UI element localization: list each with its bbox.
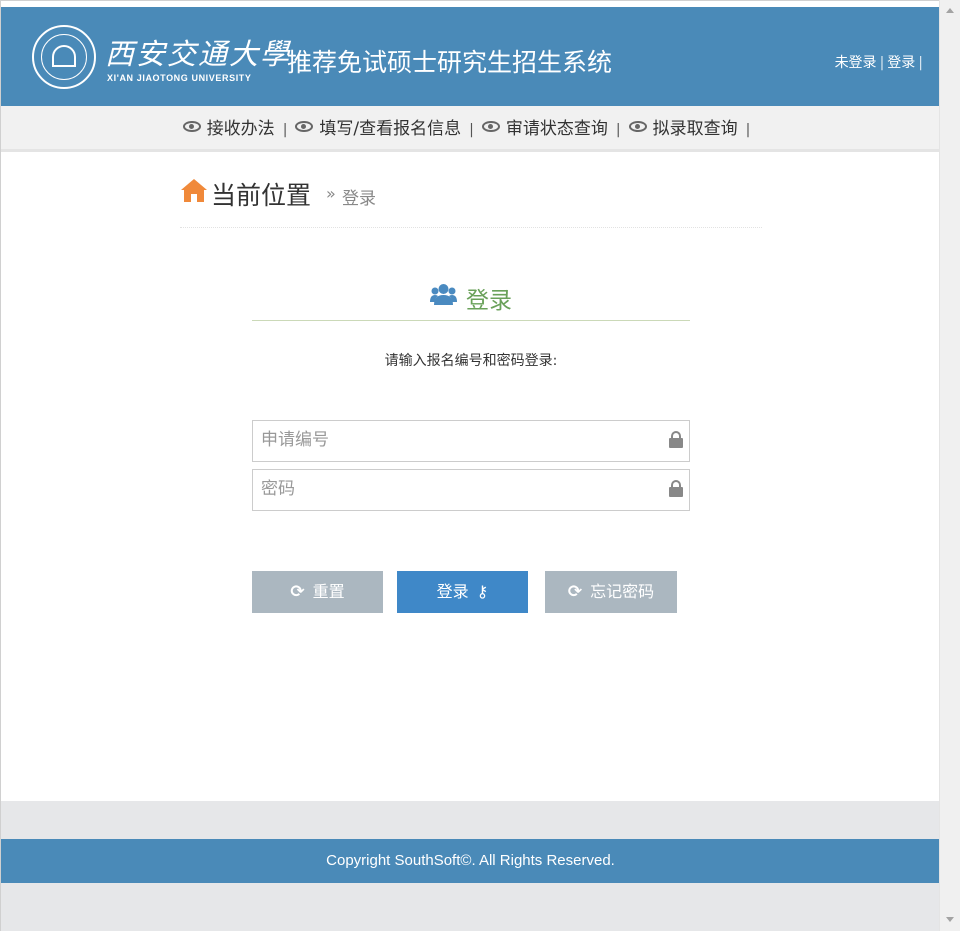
nav-item-label: 填写/查看报名信息 (319, 119, 462, 139)
login-hint: 请输入报名编号和密码登录: (384, 353, 558, 369)
refresh-icon: ⟳ (290, 582, 305, 602)
nav-divider: | (615, 122, 621, 138)
main-nav: 接收办法 | 填写/查看报名信息 | 审请状态查询 | 拟录取查询 | (1, 106, 940, 152)
nav-divider: | (282, 122, 288, 138)
scroll-down-arrow-icon[interactable] (946, 917, 954, 922)
breadcrumb-current: 登录 (342, 189, 376, 209)
header-login-link[interactable]: 登录 (887, 55, 915, 71)
forgot-password-button[interactable]: ⟳ 忘记密码 (545, 571, 677, 613)
page: 西安交通大學 XI'AN JIAOTONG UNIVERSITY 推荐免试硕士研… (0, 0, 940, 931)
login-status-text: 未登录 (834, 55, 877, 71)
eye-icon (182, 121, 201, 132)
login-title: 登录 (466, 288, 513, 314)
breadcrumb-separator: » (326, 184, 336, 203)
nav-item-admission-policy[interactable]: 接收办法 (182, 114, 275, 139)
nav-item-admission-query[interactable]: 拟录取查询 (628, 114, 738, 139)
login-submit-button[interactable]: 登录 ⚷ (397, 571, 528, 613)
university-name-cn: 西安交通大學 (105, 37, 292, 71)
breadcrumb-title: 当前位置 (211, 181, 312, 210)
key-icon: ⚷ (476, 582, 489, 601)
application-id-field-wrapper (252, 420, 690, 462)
login-header: 登录 (252, 281, 690, 321)
users-icon (429, 284, 457, 305)
lock-icon (669, 480, 683, 498)
reset-button-label: 重置 (312, 582, 345, 601)
nav-divider: | (745, 122, 751, 138)
nav-item-label: 审请状态查询 (505, 119, 608, 139)
header-bar: 西安交通大學 XI'AN JIAOTONG UNIVERSITY 推荐免试硕士研… (1, 7, 940, 106)
password-input[interactable] (253, 470, 643, 508)
nav-item-status-query[interactable]: 审请状态查询 (481, 114, 608, 139)
post-footer-band (1, 883, 940, 931)
footer: Copyright SouthSoft©. All Rights Reserve… (1, 839, 940, 883)
lock-icon (669, 431, 683, 449)
eye-icon (628, 121, 647, 132)
eye-icon (481, 121, 500, 132)
password-field-wrapper (252, 469, 690, 511)
user-separator: | (879, 55, 885, 71)
nav-divider: | (469, 122, 474, 138)
vertical-scrollbar[interactable] (939, 0, 960, 931)
forgot-button-label: 忘记密码 (590, 582, 655, 601)
login-button-label: 登录 (436, 582, 469, 601)
user-status-area: 未登录 | 登录 | (835, 52, 926, 72)
home-icon (181, 179, 207, 202)
breadcrumb: 当前位置 » 登录 (180, 174, 762, 228)
reset-button[interactable]: ⟳ 重置 (252, 571, 383, 613)
university-seal-logo (32, 25, 96, 89)
scroll-up-arrow-icon[interactable] (946, 8, 954, 13)
university-name-en: XI'AN JIAOTONG UNIVERSITY (107, 73, 252, 83)
application-id-input[interactable] (253, 421, 643, 459)
system-title: 推荐免试硕士研究生招生系统 (287, 48, 613, 77)
nav-item-application-info[interactable]: 填写/查看报名信息 (295, 114, 461, 139)
user-trailing-separator: | (918, 55, 923, 71)
nav-item-label: 拟录取查询 (652, 119, 738, 139)
pre-footer-band (1, 801, 940, 839)
nav-item-label: 接收办法 (206, 119, 275, 139)
refresh-icon: ⟳ (567, 582, 583, 602)
eye-icon (295, 121, 314, 132)
